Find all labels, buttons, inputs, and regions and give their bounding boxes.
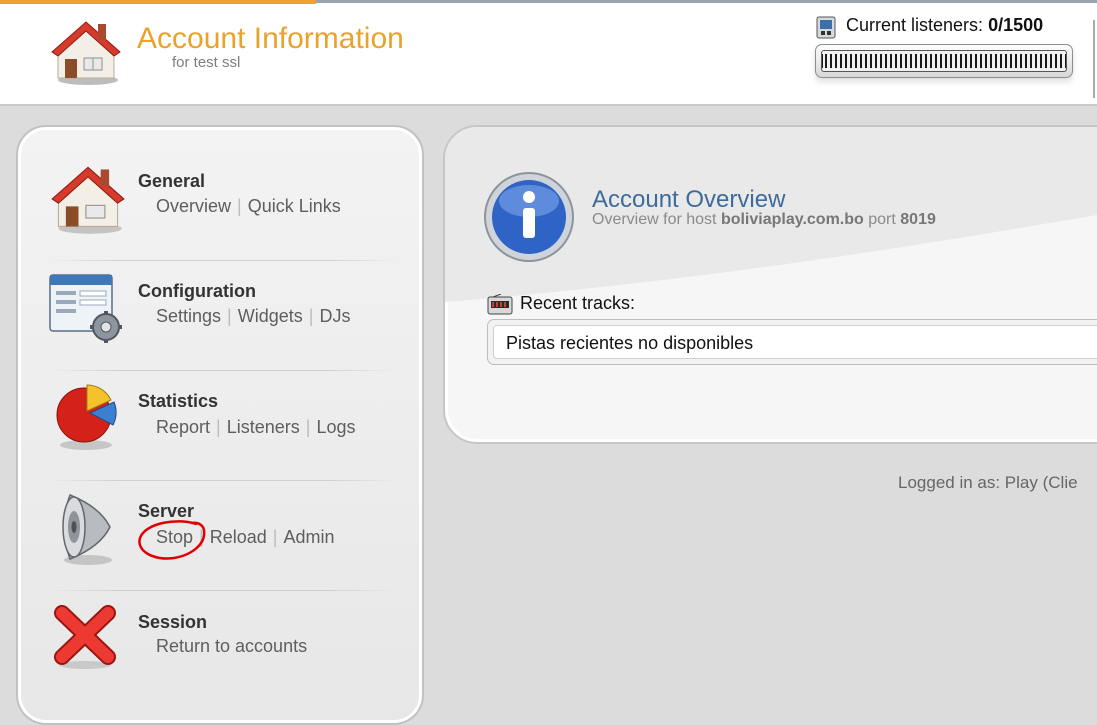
- sidebar-links-statistics: Report | Listeners | Logs: [156, 417, 356, 438]
- link-separator: |: [308, 306, 314, 326]
- link-admin[interactable]: Admin: [283, 527, 334, 547]
- current-listeners-label: Current listeners:: [846, 15, 984, 35]
- link-separator: |: [237, 196, 242, 216]
- link-separator: |: [216, 417, 221, 437]
- header-accent-strip: [0, 0, 316, 4]
- listener-meter-bar: [821, 50, 1067, 72]
- overview-host: boliviaplay.com.bo: [720, 211, 864, 228]
- link-settings[interactable]: Settings: [156, 306, 221, 326]
- pie-chart-icon: [56, 384, 117, 450]
- overview-subtitle: Overview for host boliviaplay.com.bo por…: [592, 211, 936, 229]
- link-separator: |: [199, 527, 204, 547]
- device-icon: [816, 16, 836, 39]
- link-stop[interactable]: Stop: [156, 527, 193, 547]
- current-listeners: Current listeners: 0/1500: [846, 15, 1043, 36]
- recent-tracks-box: Pistas recientes no disponibles: [487, 319, 1097, 365]
- overview-subtitle-prefix: Overview for host: [592, 211, 717, 228]
- page-title: Account Information: [137, 22, 404, 55]
- sidebar-section-server: Server Stop | Reload | Admin: [18, 479, 422, 591]
- overview-title: Account Overview: [592, 186, 786, 213]
- link-separator: |: [272, 527, 278, 547]
- link-logs[interactable]: Logs: [316, 417, 355, 437]
- link-reload[interactable]: Reload: [210, 527, 267, 547]
- house-icon: [51, 21, 121, 85]
- logged-in-status: Logged in as: Play (Clie: [898, 473, 1078, 492]
- sidebar-title-session: Session: [138, 612, 208, 632]
- recent-tracks-label: Recent tracks:: [520, 293, 636, 313]
- link-overview[interactable]: Overview: [156, 196, 231, 216]
- sidebar-title-configuration: Configuration: [138, 281, 256, 301]
- current-listeners-count: 0/1500: [988, 15, 1044, 35]
- config-window-gear-icon: [49, 274, 122, 343]
- link-report[interactable]: Report: [156, 417, 210, 437]
- link-separator: |: [305, 417, 311, 437]
- sidebar-title-general: General: [138, 171, 206, 191]
- sidebar-title-statistics: Statistics: [138, 391, 219, 411]
- header-edge-divider: [1093, 20, 1095, 98]
- sidebar-title-server: Server: [138, 501, 195, 521]
- link-quick-links[interactable]: Quick Links: [248, 196, 341, 216]
- header-top-strip: [316, 0, 1097, 3]
- link-widgets[interactable]: Widgets: [238, 306, 303, 326]
- link-listeners[interactable]: Listeners: [227, 417, 300, 437]
- recent-tracks-field: Pistas recientes no disponibles: [493, 325, 1097, 359]
- sidebar-section-configuration: Configuration Settings | Widgets | DJs: [18, 259, 422, 371]
- sidebar-links-configuration: Settings | Widgets | DJs: [156, 306, 350, 327]
- recent-tracks-value: Pistas recientes no disponibles: [506, 333, 754, 353]
- header-bar: Account Information for test ssl Current…: [0, 0, 1097, 106]
- radio-icon: [487, 294, 513, 315]
- link-separator: |: [227, 306, 232, 326]
- sidebar-section-statistics: Statistics Report | Listeners | Logs: [18, 369, 422, 481]
- sidebar-section-session: Session Return to accounts: [18, 589, 422, 699]
- sidebar-links-server: Stop | Reload | Admin: [156, 527, 334, 548]
- house-icon: [51, 166, 125, 234]
- red-x-icon: [54, 605, 116, 669]
- sidebar: General Overview | Quick Links Configurati…: [16, 125, 424, 725]
- listener-meter: [815, 44, 1073, 78]
- overview-port-label: port: [868, 211, 896, 228]
- sidebar-links-general: Overview | Quick Links: [156, 196, 341, 217]
- page-subtitle: for test ssl: [172, 54, 241, 71]
- link-return-to-accounts[interactable]: Return to accounts: [156, 636, 307, 656]
- info-icon: [484, 172, 574, 262]
- account-overview-panel: Account Overview Overview for host boliv…: [443, 125, 1097, 444]
- link-djs[interactable]: DJs: [319, 306, 350, 326]
- sidebar-section-general: General Overview | Quick Links: [18, 149, 422, 261]
- sidebar-links-session: Return to accounts: [156, 636, 307, 657]
- overview-port: 8019: [900, 211, 936, 228]
- speaker-icon: [62, 494, 112, 565]
